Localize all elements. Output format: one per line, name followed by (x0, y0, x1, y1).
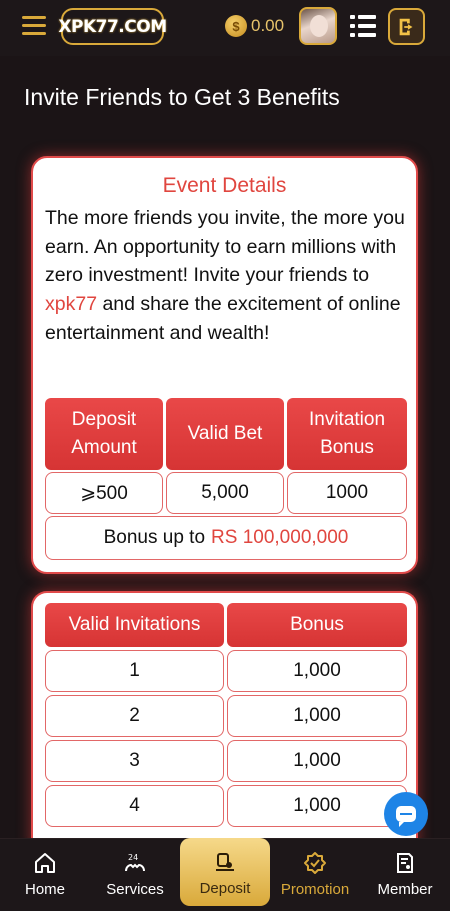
list-icon[interactable] (350, 15, 376, 37)
page-title: Invite Friends to Get 3 Benefits (24, 84, 340, 110)
value-valid-bet: 5,000 (166, 472, 284, 514)
invitations-table: Valid Invitations Bonus 1 1,000 2 1,000 … (45, 603, 407, 853)
table-row-bonus: 1,000 (227, 650, 407, 692)
services-24h-icon: 24 (125, 853, 145, 872)
member-icon (397, 853, 413, 873)
nav-deposit[interactable]: Deposit (180, 838, 270, 906)
table-row-bonus: 1,000 (227, 695, 407, 737)
chat-icon (396, 806, 416, 827)
header-bonus: Bonus (227, 603, 407, 647)
menu-icon[interactable] (22, 16, 46, 36)
bonus-label: Bonus up to (103, 527, 206, 548)
brand-highlight: xpk77 (45, 293, 98, 316)
avatar[interactable] (299, 7, 337, 45)
nav-deposit-label: Deposit (199, 880, 251, 897)
balance-amount: 0.00 (251, 16, 285, 35)
value-deposit-amount: ⩾500 (45, 472, 163, 514)
nav-home-label: Home (24, 881, 65, 898)
nav-services[interactable]: 24 Services (90, 839, 180, 911)
nav-promotion-label: Promotion (280, 881, 350, 898)
table-row-count: 1 (45, 650, 224, 692)
table-row-count: 4 (45, 785, 224, 827)
value-invitation-bonus: 1000 (287, 472, 407, 514)
header-deposit-amount: Deposit Amount (45, 398, 163, 470)
nav-member[interactable]: Member (360, 839, 450, 911)
table-row-count: 2 (45, 695, 224, 737)
coin-icon: $ (225, 15, 247, 37)
top-bar: XPK77.COM $ 0.00 (0, 0, 450, 56)
bottom-nav: Home 24 Services Deposit Promotion Membe… (0, 838, 450, 911)
nav-services-label: Services (106, 881, 164, 898)
header-valid-invitations: Valid Invitations (45, 603, 224, 647)
desc-text: The more friends you invite, the more yo… (45, 207, 405, 287)
requirements-table: Deposit Amount Valid Bet Invitation Bonu… (45, 398, 407, 578)
nav-home[interactable]: Home (0, 839, 90, 911)
bonus-summary: Bonus up to RS 100,000,000 (45, 516, 407, 560)
invitations-card: Valid Invitations Bonus 1 1,000 2 1,000 … (31, 591, 418, 851)
table-row-bonus: 1,000 (227, 785, 407, 827)
logout-button[interactable] (388, 8, 425, 45)
table-row-bonus: 1,000 (227, 740, 407, 782)
svg-text:24: 24 (128, 853, 138, 862)
chat-button[interactable] (384, 792, 428, 836)
header-valid-bet: Valid Bet (166, 398, 284, 470)
site-logo[interactable]: XPK77.COM (58, 8, 167, 45)
event-heading: Event Details (162, 174, 287, 197)
nav-member-label: Member (377, 881, 433, 898)
bonus-amount: RS 100,000,000 (211, 527, 349, 548)
deposit-icon (216, 853, 234, 871)
promotion-badge-icon (304, 852, 326, 874)
header-invitation-bonus: Invitation Bonus (287, 398, 407, 470)
nav-promotion[interactable]: Promotion (270, 839, 360, 911)
event-description: The more friends you invite, the more yo… (45, 204, 411, 348)
event-details-card: Event Details The more friends you invit… (31, 156, 418, 574)
logout-icon (399, 18, 412, 35)
desc-text-end: and share the excitement of online enter… (45, 293, 401, 344)
table-row-count: 3 (45, 740, 224, 782)
home-icon (35, 853, 55, 873)
